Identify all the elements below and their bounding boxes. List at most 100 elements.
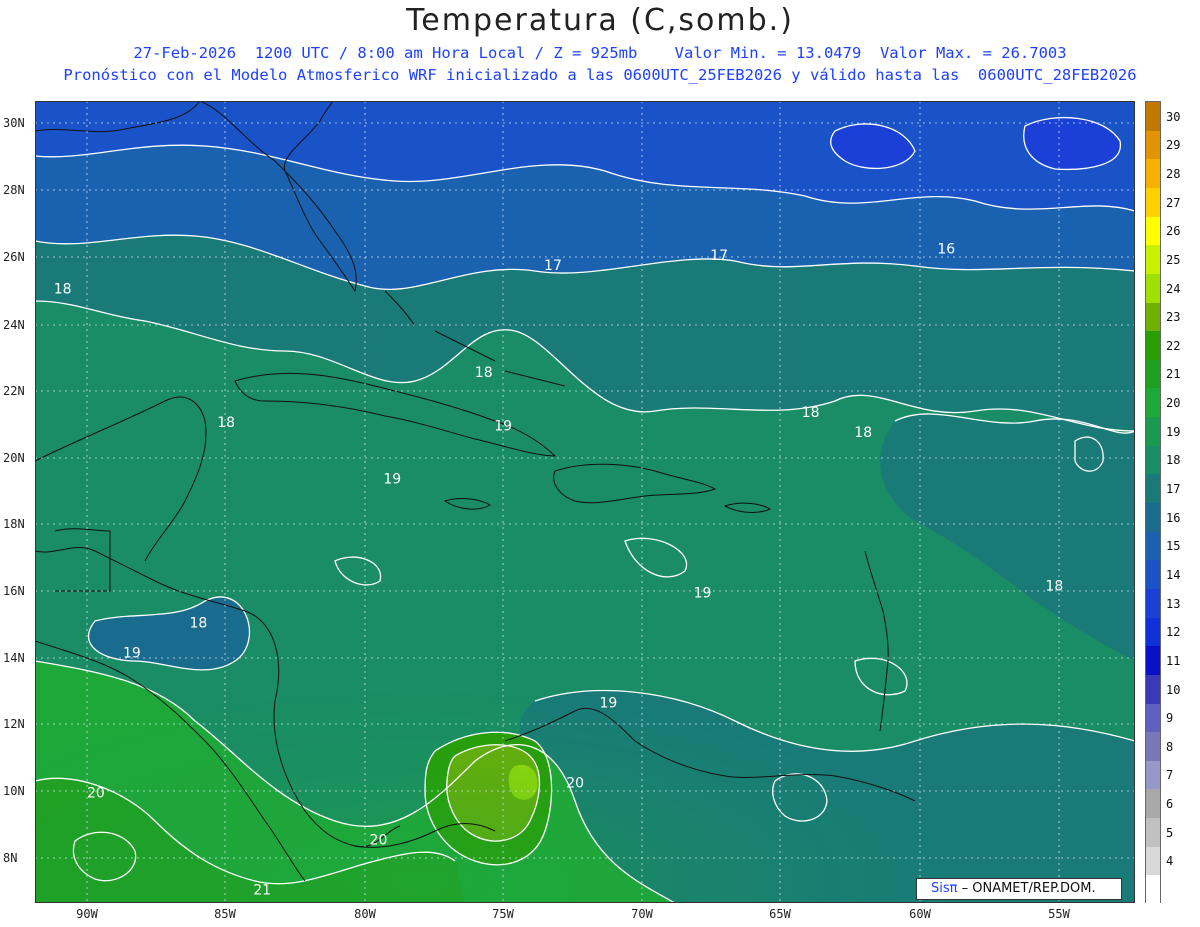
lon-label-75w: 75W [492, 907, 514, 921]
color-scale-label: 5 [1166, 825, 1174, 840]
color-scale-label: 11 [1166, 653, 1181, 668]
color-scale-label: 14 [1166, 567, 1181, 582]
color-scale-segment [1146, 187, 1160, 218]
contour-label: 18 [802, 405, 820, 421]
lon-label-60w: 60W [909, 907, 931, 921]
color-scale-label: 28 [1166, 166, 1181, 181]
lat-label-16n: 16N [3, 584, 25, 598]
lat-label-10n: 10N [3, 784, 25, 798]
color-scale-label: 10 [1166, 682, 1181, 697]
color-scale-label: 12 [1166, 625, 1181, 640]
contour-label: 19 [694, 585, 712, 601]
contour-label: 17 [710, 248, 728, 264]
lat-label-30n: 30N [3, 116, 25, 130]
color-scale-bar [1145, 101, 1161, 905]
color-scale-segment [1146, 503, 1160, 533]
run-info-line: 27-Feb-2026 1200 UTC / 8:00 am Hora Loca… [133, 44, 1067, 62]
color-scale-segment [1146, 732, 1160, 762]
color-scale-segment [1146, 245, 1160, 275]
color-scale-segment [1146, 417, 1160, 447]
color-scale-segment [1146, 273, 1160, 303]
color-scale-segment [1146, 216, 1160, 246]
color-scale-label: 7 [1166, 768, 1174, 783]
lat-label-18n: 18N [3, 517, 25, 531]
lat-label-8n: 8N [3, 851, 18, 865]
color-scale-label: 4 [1166, 854, 1174, 869]
color-scale-label: 26 [1166, 224, 1181, 239]
color-scale-label: 24 [1166, 281, 1181, 296]
color-scale-segment [1146, 102, 1160, 132]
contour-label: 18 [217, 415, 235, 431]
contour-label: 19 [599, 696, 617, 712]
color-scale-segment [1146, 302, 1160, 332]
color-scale-label: 23 [1166, 310, 1181, 325]
contour-label: 18 [189, 615, 207, 631]
color-scale-segment [1146, 359, 1160, 389]
color-scale-segment [1146, 159, 1160, 189]
color-scale-segment [1146, 331, 1160, 361]
color-scale-segment [1146, 388, 1160, 418]
color-scale-segment [1146, 875, 1160, 905]
color-scale-label: 19 [1166, 424, 1181, 439]
contour-label: 16 [937, 241, 955, 257]
color-scale-segment [1146, 617, 1160, 647]
color-scale-label: 27 [1166, 195, 1181, 210]
lat-label-22n: 22N [3, 384, 25, 398]
color-scale-segment [1146, 445, 1160, 475]
credit-box: Sisπ – ONAMET/REP.DOM. [916, 878, 1122, 900]
color-scale-segment [1146, 674, 1160, 704]
contour-label: 18 [854, 425, 872, 441]
color-scale-segment [1146, 531, 1160, 561]
color-scale-segment [1146, 130, 1160, 160]
sispi-logo-text: Sisπ [931, 881, 958, 896]
contour-label: 19 [383, 472, 401, 488]
color-scale-label: 20 [1166, 396, 1181, 411]
color-scale-label: 6 [1166, 797, 1174, 812]
band-south-gradient [35, 501, 1135, 903]
color-scale-label: 13 [1166, 596, 1181, 611]
lat-label-14n: 14N [3, 651, 25, 665]
color-scale-label: 29 [1166, 138, 1181, 153]
contour-label: 18 [1045, 579, 1063, 595]
color-scale-segment [1146, 560, 1160, 590]
lon-label-65w: 65W [769, 907, 791, 921]
color-scale-segment [1146, 818, 1160, 848]
contour-label: 19 [494, 418, 512, 434]
lon-label-90w: 90W [76, 907, 98, 921]
color-scale-label: 8 [1166, 739, 1174, 754]
contour-label: 17 [544, 258, 562, 274]
color-scale-label: 16 [1166, 510, 1181, 525]
color-scale-label: 15 [1166, 539, 1181, 554]
color-scale-label: 9 [1166, 711, 1174, 726]
contour-label: 20 [370, 832, 388, 848]
lat-label-20n: 20N [3, 451, 25, 465]
contour-label: 20 [566, 776, 584, 792]
lon-label-70w: 70W [631, 907, 653, 921]
lat-label-28n: 28N [3, 183, 25, 197]
color-scale-segment [1146, 646, 1160, 676]
color-scale-label: 21 [1166, 367, 1181, 382]
credit-text: – ONAMET/REP.DOM. [961, 881, 1096, 896]
color-scale-label: 22 [1166, 338, 1181, 353]
color-scale-segment [1146, 474, 1160, 504]
color-scale-segment [1146, 846, 1160, 876]
lon-label-55w: 55W [1048, 907, 1070, 921]
temperature-map: 18 17 17 16 18 18 19 18 18 19 19 18 18 19 19 20 20 20 21 [35, 101, 1135, 903]
color-scale-label: 25 [1166, 252, 1181, 267]
contour-label: 18 [475, 365, 493, 381]
color-scale-segment [1146, 789, 1160, 819]
lat-label-24n: 24N [3, 318, 25, 332]
lon-label-85w: 85W [214, 907, 236, 921]
map-title: Temperatura (C,somb.) [406, 3, 794, 38]
color-scale-segment [1146, 760, 1160, 790]
color-scale-segment [1146, 588, 1160, 619]
forecast-info-line: Pronóstico con el Modelo Atmosferico WRF… [63, 66, 1137, 84]
contour-label: 20 [87, 786, 105, 802]
contour-label: 19 [123, 645, 141, 661]
color-scale-label: 18 [1166, 453, 1181, 468]
contour-label: 21 [253, 883, 271, 899]
contour-label: 18 [54, 281, 72, 297]
lat-label-12n: 12N [3, 717, 25, 731]
color-scale-segment [1146, 703, 1160, 733]
lon-label-80w: 80W [354, 907, 376, 921]
